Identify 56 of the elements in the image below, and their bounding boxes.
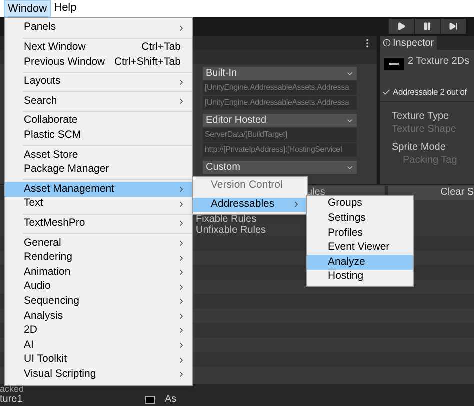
menu-bar-item[interactable]: Help [51, 0, 80, 17]
dropdown[interactable]: Built-In [203, 67, 357, 80]
asset-label: acked [0, 384, 24, 394]
menu-item[interactable]: Text [5, 196, 192, 212]
menu-bar-item[interactable]: Window [4, 0, 52, 17]
menu-item[interactable]: Audio [5, 280, 192, 294]
path-field: ServerData/[BuildTarget] [203, 128, 357, 142]
step-icon [449, 22, 458, 31]
menu-item[interactable]: Layouts [5, 74, 192, 90]
menu-item[interactable]: Collaborate [5, 114, 192, 129]
asset-name: ture1 [0, 394, 24, 406]
dropdown[interactable]: Custom [203, 161, 357, 174]
property-label: Sprite Mode [392, 141, 447, 154]
menu-item[interactable]: Groups [307, 197, 413, 212]
menu-item[interactable]: Rendering [5, 250, 192, 266]
property-label: Texture Type [392, 110, 450, 123]
pause-button[interactable] [415, 19, 440, 34]
texture-thumbnail-icon [384, 58, 404, 70]
menu-item[interactable]: General [5, 236, 192, 251]
inspector-tab[interactable]: Inspector [380, 36, 438, 50]
menu-item[interactable]: Visual Scripting [5, 367, 192, 382]
menu-item[interactable]: Analyze [307, 255, 413, 270]
menu-item[interactable]: Plastic SCM [5, 128, 192, 144]
menu-item[interactable]: Event Viewer [307, 240, 413, 256]
menu-item[interactable]: Package Manager [5, 162, 192, 178]
menu-item[interactable]: Asset Management [5, 182, 192, 197]
column-text: As [165, 394, 177, 406]
property-label: Texture Shape [392, 123, 458, 136]
tree-item[interactable]: Unfixable Rules [196, 225, 266, 236]
dropdown[interactable]: Editor Hosted [203, 114, 357, 127]
step-button[interactable] [441, 19, 466, 34]
asset-type-icon [145, 396, 155, 404]
inspector-title: 2 Texture 2Ds [408, 55, 470, 69]
checkbox[interactable] [382, 88, 391, 97]
menu-item[interactable]: Addressables [193, 198, 307, 212]
info-icon [383, 39, 391, 47]
menu-item[interactable]: Panels [5, 21, 192, 36]
play-icon [397, 22, 406, 31]
pause-icon [423, 22, 432, 31]
play-button[interactable] [389, 19, 414, 34]
menu-item[interactable]: Asset Store [5, 148, 192, 163]
menu-item[interactable]: AI [5, 338, 192, 353]
tree-item[interactable]: Fixable Rules [196, 214, 257, 225]
menu-item[interactable]: Settings [307, 212, 413, 226]
menu-item[interactable]: Search [5, 94, 192, 109]
path-field: [UnityEngine.AddressableAssets.Addressa [203, 96, 357, 110]
menu-item[interactable]: TextMeshPro [5, 216, 192, 232]
property-label: Packing Tag [402, 154, 458, 167]
menu-item[interactable]: Hosting [307, 270, 413, 285]
path-field: http://[PrivateIpAddress]:[HostingServiceI [203, 143, 357, 157]
menu-item[interactable]: Next Window Ctrl+Tab [5, 40, 192, 56]
path-field: [UnityEngine.AddressableAssets.Addressa [203, 81, 357, 95]
checkbox-label: Addressable 2 out of [393, 86, 467, 99]
menu-item[interactable]: Analysis [5, 309, 192, 324]
menu-item[interactable]: Previous Window Ctrl+Shift+Tab [5, 55, 192, 70]
menu-item[interactable]: Profiles [307, 226, 413, 241]
